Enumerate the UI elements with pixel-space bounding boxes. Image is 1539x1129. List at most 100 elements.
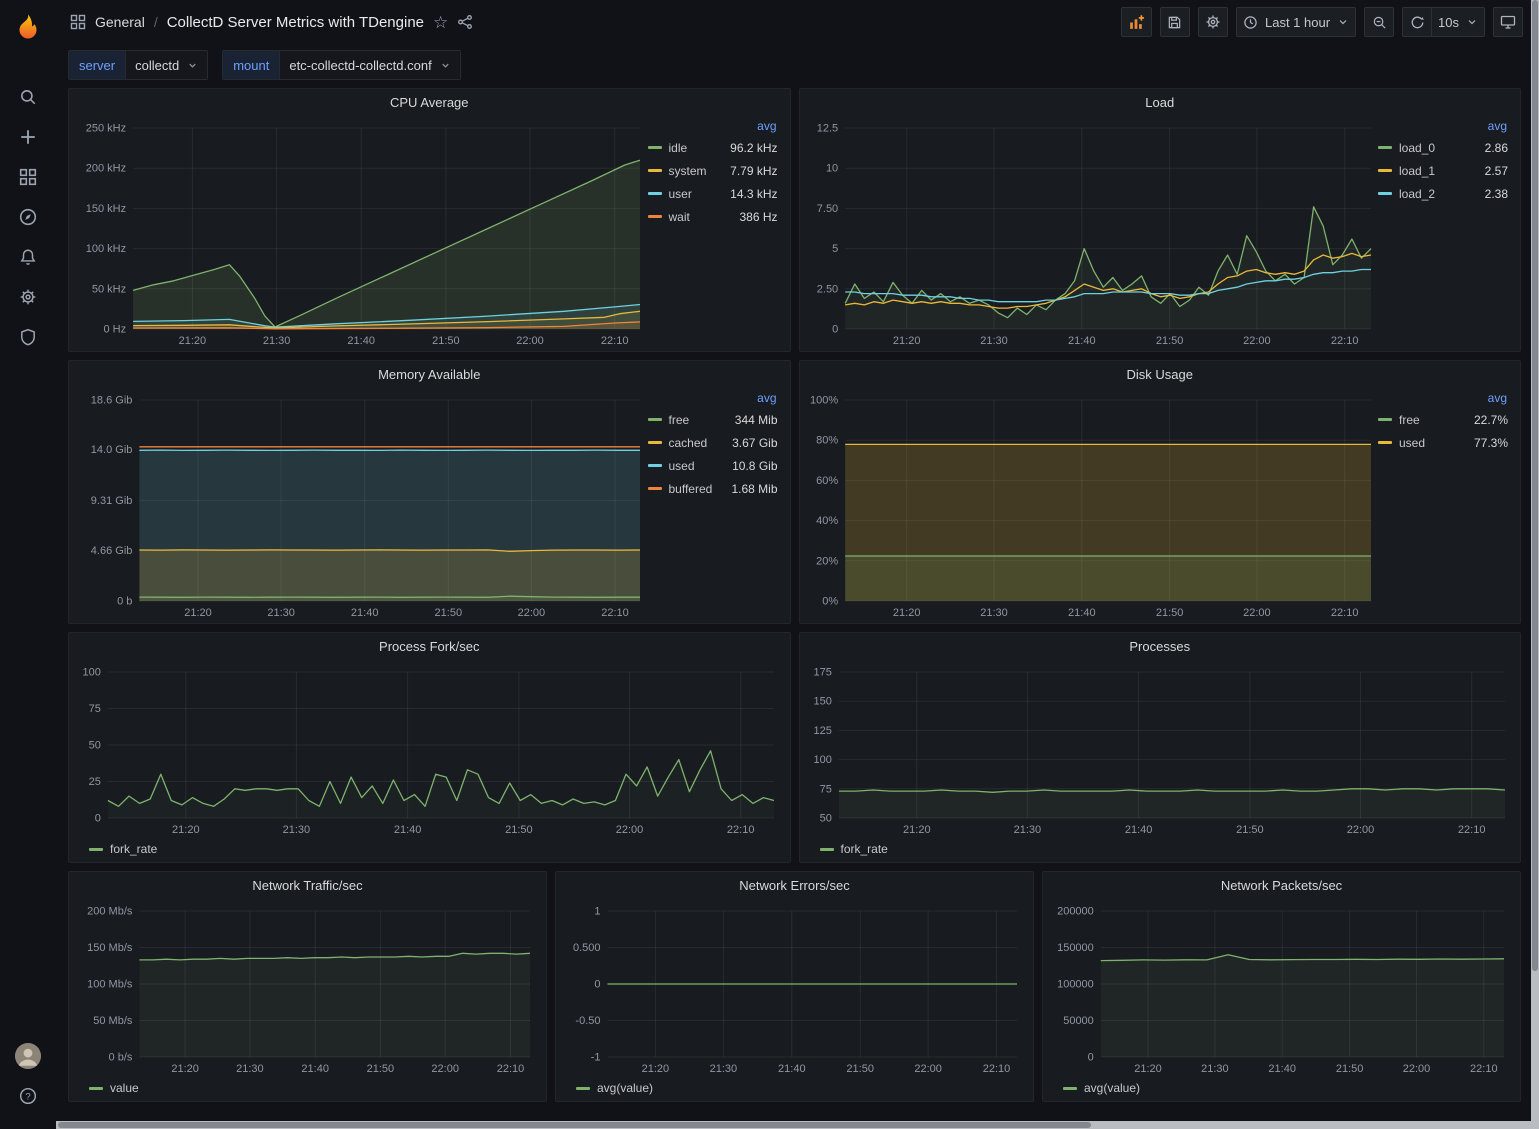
save-dashboard-button[interactable] [1160, 7, 1190, 37]
legend-series-used[interactable]: used77.3% [1378, 431, 1508, 454]
svg-text:0: 0 [1088, 1052, 1094, 1064]
time-series-chart[interactable]: 02.5057.501012.521:2021:3021:4021:5022:0… [806, 116, 1377, 349]
svg-text:150: 150 [813, 696, 831, 708]
svg-text:5: 5 [832, 243, 838, 255]
svg-text:175: 175 [813, 667, 831, 679]
zoom-out-button[interactable] [1364, 7, 1394, 37]
legend-series-avg(value)[interactable]: avg(value) [1063, 1081, 1140, 1095]
legend-series-system[interactable]: system7.79 kHz [648, 159, 778, 182]
grafana-logo[interactable] [11, 12, 45, 46]
user-avatar[interactable] [7, 1037, 49, 1075]
svg-text:100 Mb/s: 100 Mb/s [87, 979, 133, 991]
variable-server-selected: collectd [135, 58, 179, 73]
panel-title[interactable]: Network Traffic/sec [69, 872, 546, 899]
horizontal-scrollbar[interactable] [56, 1121, 1531, 1129]
panel-title[interactable]: CPU Average [69, 89, 790, 116]
svg-text:0%: 0% [822, 596, 838, 608]
panel-title[interactable]: Memory Available [69, 361, 790, 388]
share-icon[interactable] [457, 14, 473, 30]
explore-compass-icon[interactable] [7, 198, 49, 236]
svg-text:75: 75 [89, 703, 101, 715]
time-series-chart[interactable]: 507510012515017521:2021:3021:4021:5022:0… [806, 660, 1511, 838]
series-color-swatch [1378, 441, 1392, 444]
time-series-chart[interactable]: 0 b/s50 Mb/s100 Mb/s150 Mb/s200 Mb/s21:2… [75, 899, 536, 1077]
legend-series-idle[interactable]: idle96.2 kHz [648, 136, 778, 159]
refresh-button[interactable] [1402, 7, 1432, 37]
svg-text:21:40: 21:40 [778, 1063, 806, 1075]
legend-series-avg(value)[interactable]: avg(value) [576, 1081, 653, 1095]
help-icon[interactable]: ? [7, 1077, 49, 1115]
legend-avg-header[interactable]: avg [1378, 118, 1508, 136]
favorite-star-icon[interactable]: ☆ [433, 14, 448, 31]
time-series-chart[interactable]: 025507510021:2021:3021:4021:5022:0022:10 [75, 660, 780, 838]
chart-svg: 0 b4.66 Gib9.31 Gib14.0 Gib18.6 Gib21:20… [75, 388, 646, 621]
legend-series-user[interactable]: user14.3 kHz [648, 182, 778, 205]
panel-network-traffic: Network Traffic/sec 0 b/s50 Mb/s100 Mb/s… [68, 871, 547, 1102]
breadcrumb-folder[interactable]: General [95, 14, 145, 30]
variables-row: server collectd mount etc-collectd-colle… [56, 44, 1539, 84]
legend-series-value[interactable]: value [89, 1081, 139, 1095]
svg-text:22:00: 22:00 [1243, 607, 1271, 619]
svg-text:21:40: 21:40 [1268, 1063, 1296, 1075]
svg-text:22:00: 22:00 [914, 1063, 942, 1075]
legend-series-value: 1.68 Mib [731, 482, 777, 496]
time-series-chart[interactable]: 0 Hz50 kHz100 kHz150 kHz200 kHz250 kHz21… [75, 116, 646, 349]
scrollbar-thumb[interactable] [58, 1122, 1091, 1128]
variable-mount-value[interactable]: etc-collectd-collectd.conf [279, 51, 459, 79]
svg-text:22:10: 22:10 [1457, 824, 1485, 836]
svg-text:21:50: 21:50 [1155, 335, 1183, 347]
cycle-view-monitor-button[interactable] [1493, 7, 1523, 37]
legend-series-used[interactable]: used10.8 Gib [648, 454, 778, 477]
time-range-picker[interactable]: Last 1 hour [1236, 7, 1356, 37]
svg-text:21:50: 21:50 [432, 335, 460, 347]
svg-text:21:30: 21:30 [267, 607, 295, 619]
legend-series-fork_rate[interactable]: fork_rate [820, 842, 888, 856]
panel-title[interactable]: Network Packets/sec [1043, 872, 1520, 899]
legend-series-cached[interactable]: cached3.67 Gib [648, 431, 778, 454]
panel-load: Load 02.5057.501012.521:2021:3021:4021:5… [799, 88, 1522, 352]
refresh-interval-picker[interactable]: 10s [1432, 7, 1485, 37]
time-series-chart[interactable]: -1-0.5000.500121:2021:3021:4021:5022:002… [562, 899, 1023, 1077]
panel-title[interactable]: Load [800, 89, 1521, 116]
admin-shield-icon[interactable] [7, 318, 49, 356]
panel-title[interactable]: Disk Usage [800, 361, 1521, 388]
alerting-bell-icon[interactable] [7, 238, 49, 276]
legend-avg-header[interactable]: avg [648, 118, 778, 136]
dashboard-settings-button[interactable] [1198, 7, 1228, 37]
svg-text:21:20: 21:20 [642, 1063, 670, 1075]
panel-title[interactable]: Process Fork/sec [69, 633, 790, 660]
legend-avg-header[interactable]: avg [1378, 390, 1508, 408]
legend-series-free[interactable]: free344 Mib [648, 408, 778, 431]
dashboard-title[interactable]: CollectD Server Metrics with TDengine [167, 14, 424, 31]
variable-server-value[interactable]: collectd [125, 51, 207, 79]
add-panel-button[interactable] [1121, 7, 1152, 37]
svg-text:22:00: 22:00 [431, 1063, 459, 1075]
scrollbar-thumb[interactable] [1532, 0, 1538, 971]
dashboard-toolbar: Last 1 hour 10s [1121, 7, 1523, 37]
legend-series-name: idle [669, 141, 688, 155]
configuration-gear-icon[interactable] [7, 278, 49, 316]
variable-mount[interactable]: mount etc-collectd-collectd.conf [222, 50, 460, 80]
legend-series-load_1[interactable]: load_12.57 [1378, 159, 1508, 182]
legend-series-buffered[interactable]: buffered1.68 Mib [648, 477, 778, 500]
create-plus-icon[interactable] [7, 118, 49, 156]
svg-text:21:40: 21:40 [301, 1063, 329, 1075]
time-series-chart[interactable]: 05000010000015000020000021:2021:3021:402… [1049, 899, 1510, 1077]
search-icon[interactable] [7, 78, 49, 116]
svg-text:21:20: 21:20 [892, 335, 920, 347]
dashboards-icon[interactable] [7, 158, 49, 196]
vertical-scrollbar[interactable] [1531, 0, 1539, 1129]
legend-series-fork_rate[interactable]: fork_rate [89, 842, 157, 856]
series-color-swatch [89, 1087, 103, 1090]
variable-server[interactable]: server collectd [68, 50, 208, 80]
legend-series-load_2[interactable]: load_22.38 [1378, 182, 1508, 205]
legend-series-free[interactable]: free22.7% [1378, 408, 1508, 431]
time-series-chart[interactable]: 0 b4.66 Gib9.31 Gib14.0 Gib18.6 Gib21:20… [75, 388, 646, 621]
legend-avg-header[interactable]: avg [648, 390, 778, 408]
panel-title[interactable]: Processes [800, 633, 1521, 660]
svg-text:1: 1 [594, 906, 600, 918]
panel-title[interactable]: Network Errors/sec [556, 872, 1033, 899]
time-series-chart[interactable]: 0%20%40%60%80%100%21:2021:3021:4021:5022… [806, 388, 1377, 621]
legend-series-load_0[interactable]: load_02.86 [1378, 136, 1508, 159]
legend-series-wait[interactable]: wait386 Hz [648, 205, 778, 228]
